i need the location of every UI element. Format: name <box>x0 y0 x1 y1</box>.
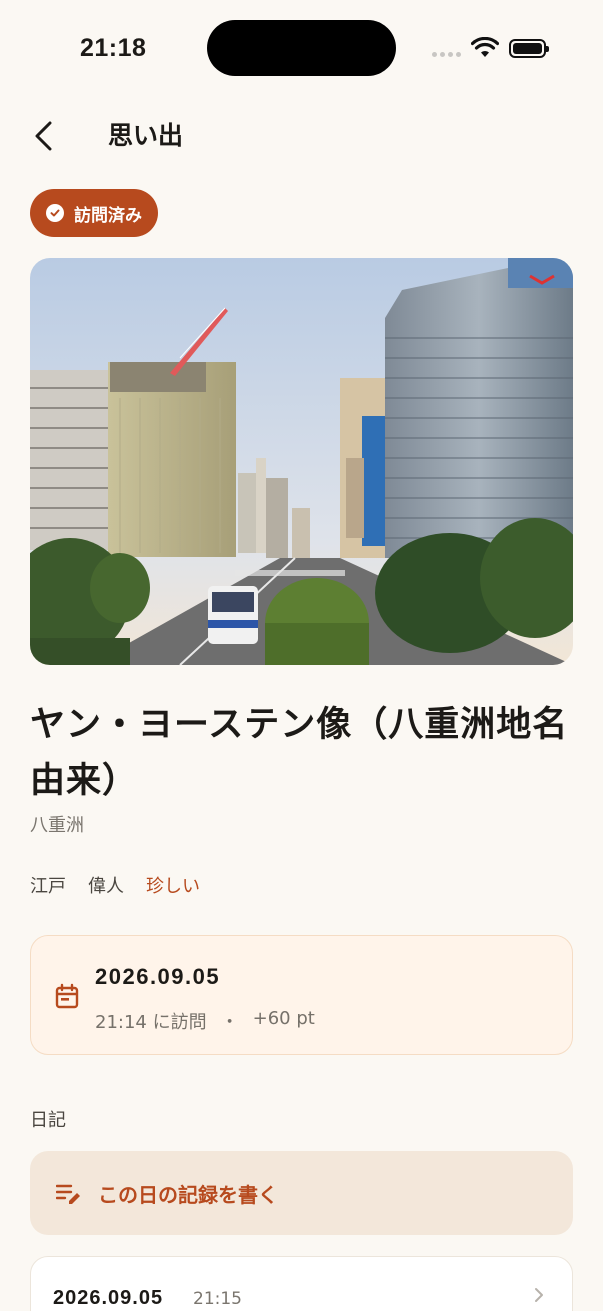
visit-meta: 21:14 に訪問 ・ +60 pt <box>95 1008 315 1034</box>
calendar-icon <box>55 983 79 1009</box>
wifi-icon <box>471 37 499 57</box>
diary-entry-time: 21:15 <box>193 1289 242 1309</box>
place-name: ヤン・ヨーステン像（八重洲地名由来） <box>30 704 569 801</box>
tag-list: 江戸 偉人 珍しい <box>30 872 200 898</box>
write-diary-label: この日の記録を書く <box>98 1182 278 1207</box>
check-circle-icon <box>46 204 64 222</box>
diary-entry-date: 2026.09.05 <box>53 1287 164 1309</box>
edit-note-icon <box>56 1184 80 1204</box>
place-photo <box>30 258 573 665</box>
place-area: 八重洲 <box>30 815 84 836</box>
diary-entry[interactable]: 2026.09.05 21:15 <box>30 1256 573 1311</box>
dynamic-island <box>207 20 396 76</box>
back-button[interactable] <box>28 116 64 156</box>
visited-badge: 訪問済み <box>30 189 158 237</box>
page-title: 思い出 <box>108 121 184 150</box>
status-time: 21:18 <box>80 34 147 62</box>
diary-section-label: 日記 <box>30 1110 66 1131</box>
tag-rare: 珍しい <box>146 876 200 897</box>
visit-info-card: 2026.09.05 21:14 に訪問 ・ +60 pt <box>30 935 573 1055</box>
tag: 江戸 <box>30 876 66 897</box>
chevron-left-icon <box>35 121 52 151</box>
tag: 偉人 <box>88 876 124 897</box>
chevron-right-icon <box>535 1288 543 1302</box>
status-bar: 21:18 <box>0 0 603 96</box>
visited-badge-label: 訪問済み <box>74 205 142 226</box>
write-diary-button[interactable]: この日の記録を書く <box>30 1151 573 1235</box>
separator: ・ <box>220 1012 239 1033</box>
cellular-signal-icon <box>432 52 462 58</box>
battery-icon <box>509 39 549 58</box>
visit-points: +60 pt <box>252 1008 315 1029</box>
visit-date: 2026.09.05 <box>95 964 221 989</box>
visit-time: 21:14 に訪問 <box>95 1012 207 1033</box>
